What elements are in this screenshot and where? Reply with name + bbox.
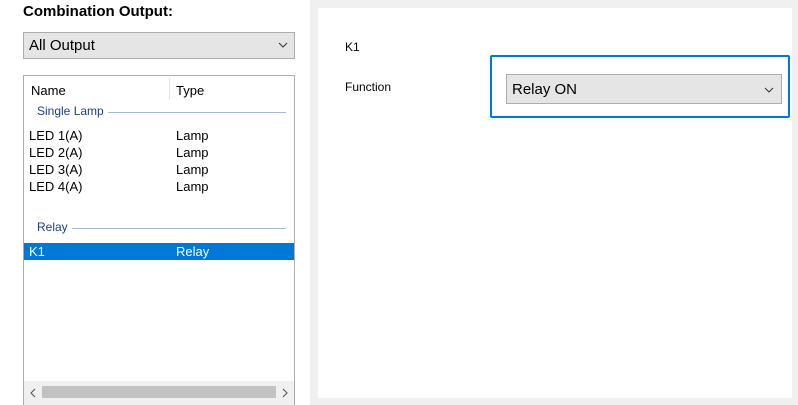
- section-title: Combination Output:: [23, 3, 173, 20]
- list-item[interactable]: LED 4(A) Lamp: [24, 178, 294, 195]
- item-name: K1: [29, 244, 45, 259]
- column-divider[interactable]: [169, 78, 170, 100]
- item-name: LED 3(A): [29, 162, 83, 177]
- item-name: LED 2(A): [29, 145, 83, 160]
- selected-item-label: K1: [345, 40, 360, 54]
- function-label: Function: [345, 80, 392, 94]
- group-label: Single Lamp: [37, 104, 108, 118]
- item-name: LED 1(A): [29, 128, 83, 143]
- item-type: Lamp: [176, 128, 209, 143]
- chevron-down-icon: [764, 87, 774, 93]
- item-name: LED 4(A): [29, 179, 83, 194]
- horizontal-scrollbar[interactable]: [23, 381, 295, 405]
- output-list[interactable]: Name Type Single Lamp LED 1(A) Lamp LED …: [23, 75, 295, 405]
- group-header-relay: Relay: [24, 220, 294, 237]
- group-label: Relay: [37, 220, 72, 234]
- output-dropdown[interactable]: All Output: [23, 32, 295, 59]
- list-item[interactable]: LED 1(A) Lamp: [24, 127, 294, 144]
- chevron-left-icon[interactable]: [27, 387, 39, 399]
- item-type: Lamp: [176, 162, 209, 177]
- item-type: Relay: [176, 244, 210, 259]
- column-header-name[interactable]: Name: [31, 83, 66, 98]
- scrollbar-thumb[interactable]: [42, 386, 276, 398]
- list-item-selected[interactable]: K1 Relay: [24, 243, 294, 260]
- column-header-type[interactable]: Type: [176, 83, 204, 98]
- list-header: Name Type: [24, 76, 294, 102]
- left-panel: Combination Output: All Output Name Type…: [0, 0, 310, 405]
- app-window: Combination Output: All Output Name Type…: [0, 0, 798, 405]
- function-dropdown[interactable]: Relay ON: [506, 74, 782, 104]
- list-item[interactable]: LED 2(A) Lamp: [24, 144, 294, 161]
- list-item[interactable]: LED 3(A) Lamp: [24, 161, 294, 178]
- group-divider: [37, 228, 286, 229]
- function-dropdown-value: Relay ON: [512, 80, 578, 98]
- item-type: Lamp: [176, 145, 209, 160]
- chevron-right-icon[interactable]: [279, 387, 291, 399]
- item-type: Lamp: [176, 179, 209, 194]
- group-header-single-lamp: Single Lamp: [24, 104, 294, 121]
- chevron-down-icon: [278, 42, 288, 48]
- output-dropdown-value: All Output: [29, 37, 95, 54]
